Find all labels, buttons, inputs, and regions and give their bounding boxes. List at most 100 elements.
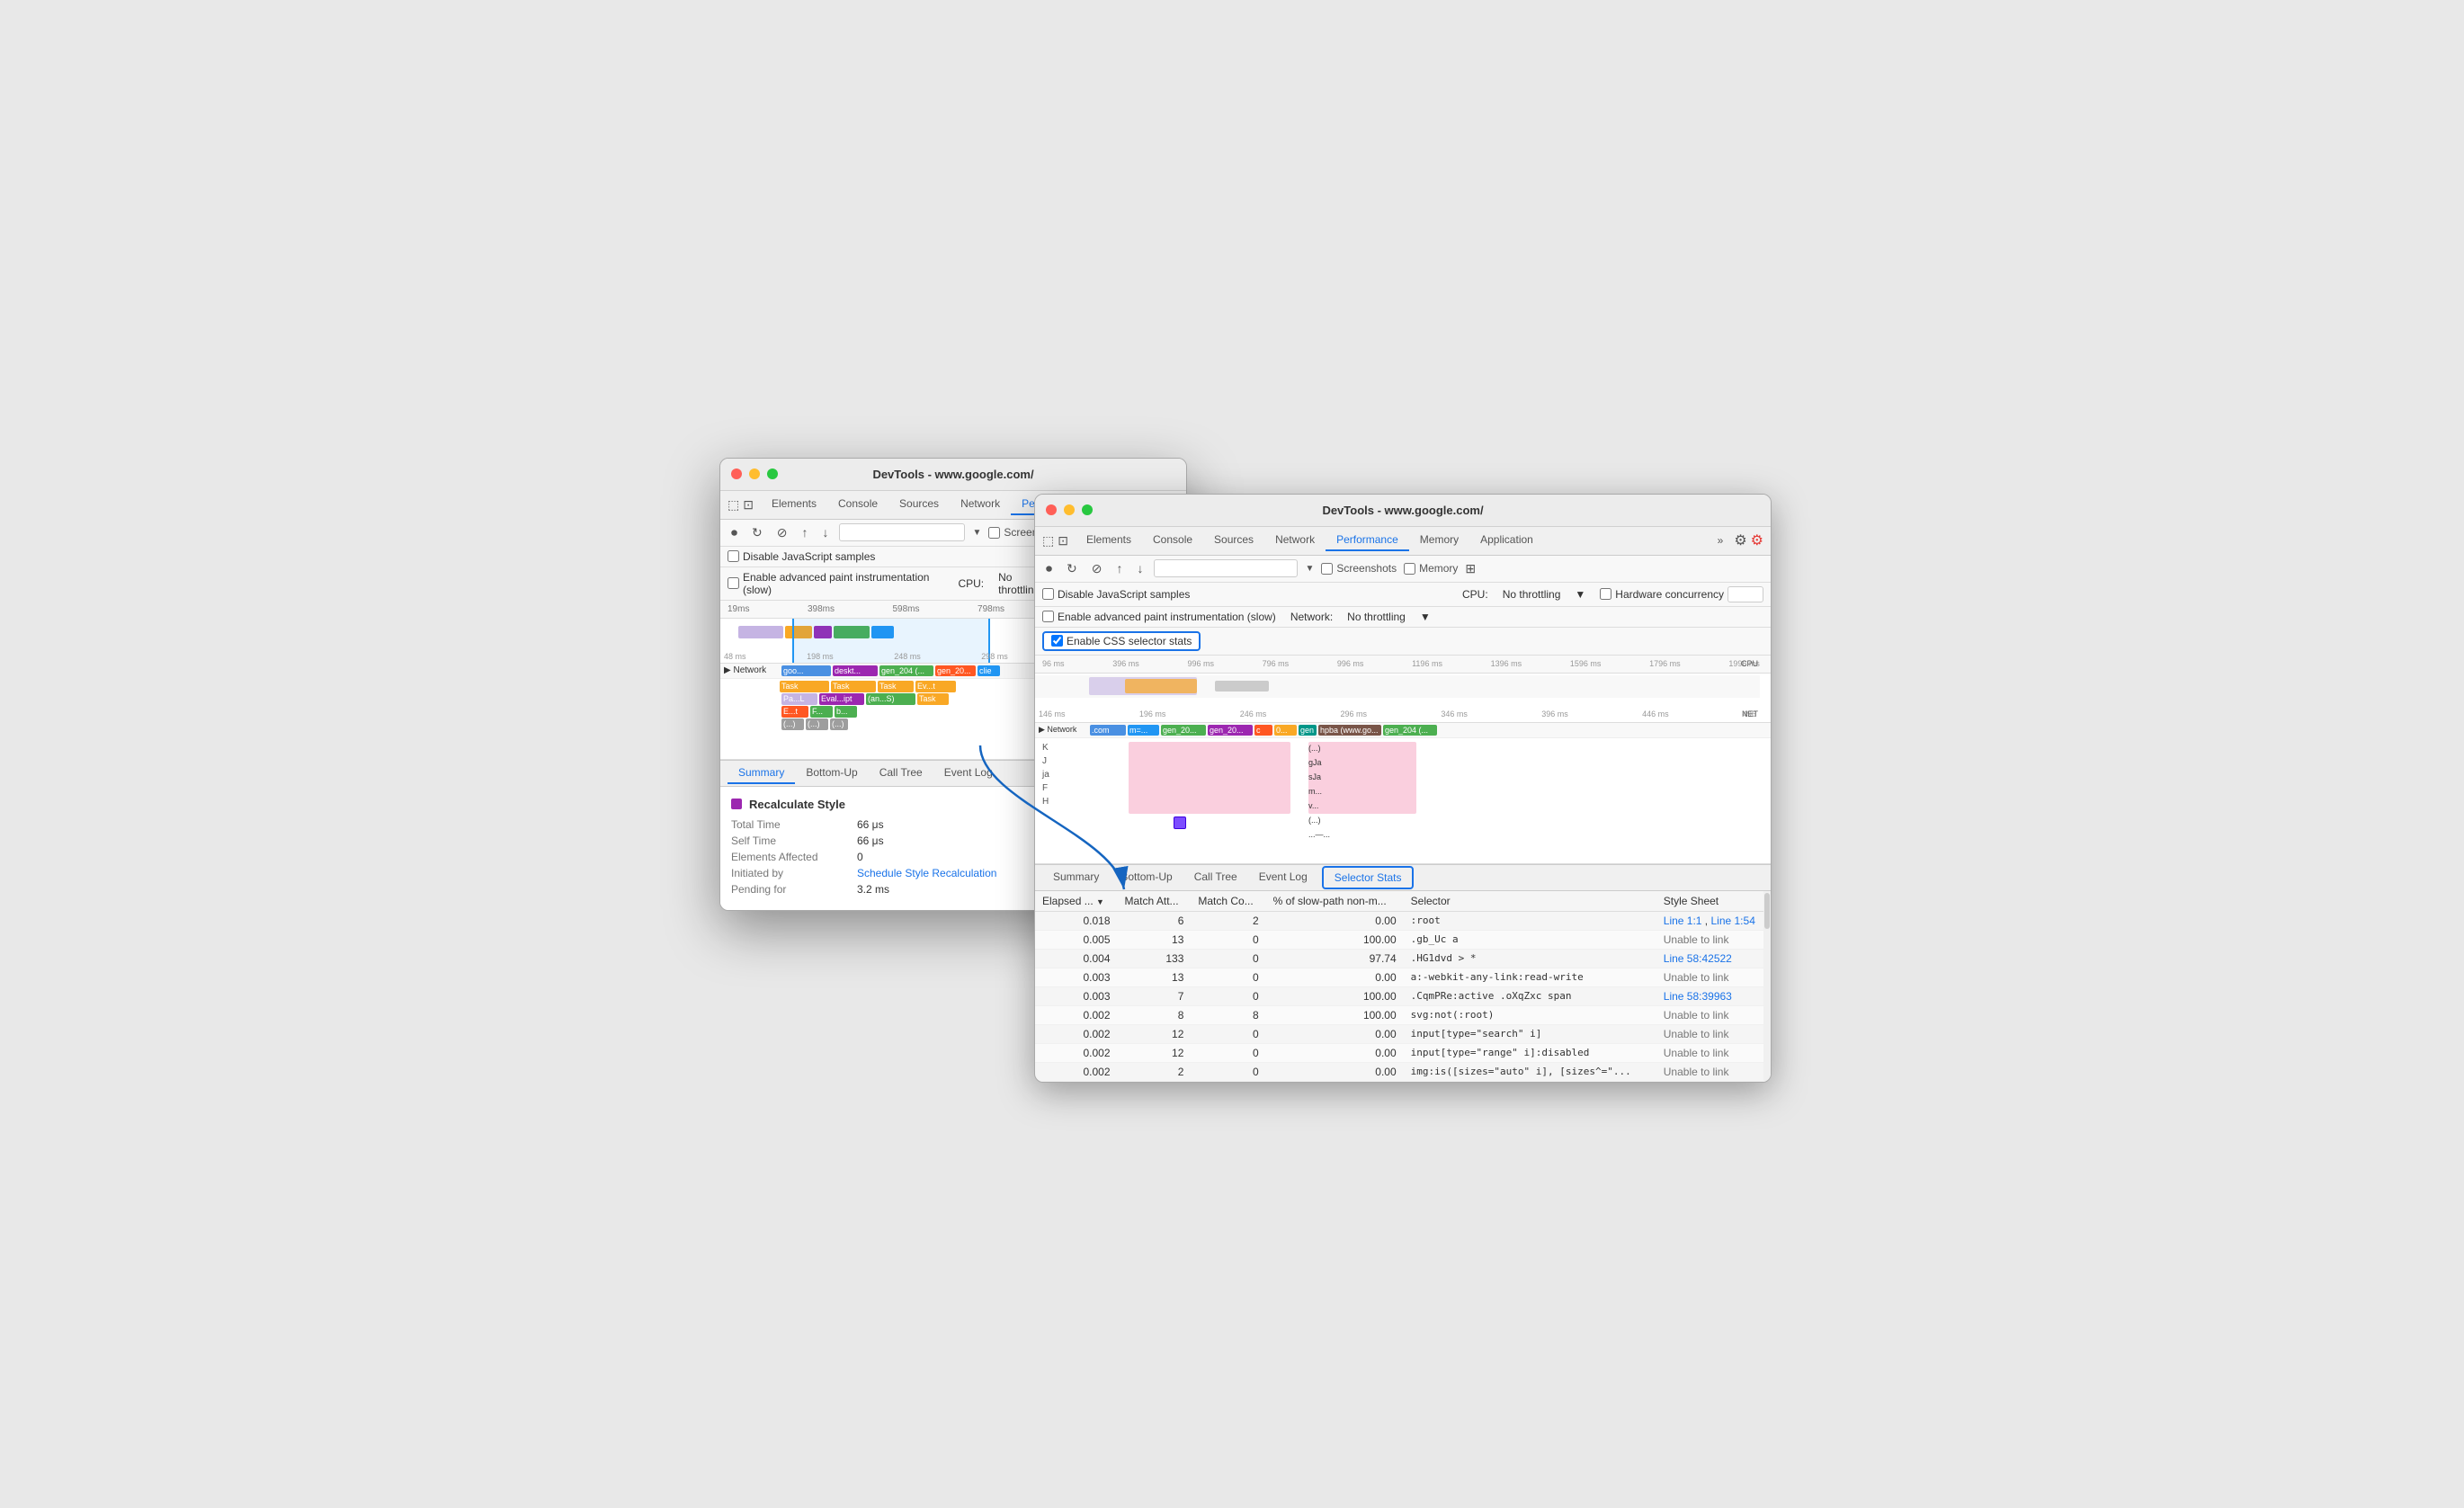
net-block[interactable]: gen: [1299, 725, 1317, 736]
flame-block[interactable]: (...): [806, 718, 828, 730]
flame-block[interactable]: Pa...L: [781, 693, 817, 705]
screenshots-check[interactable]: [988, 527, 1000, 539]
network-block[interactable]: gen_204 (...: [879, 665, 933, 676]
col-match-co[interactable]: Match Co...: [1191, 891, 1265, 912]
net-block[interactable]: 0...: [1274, 725, 1297, 736]
download-btn[interactable]: ↓: [818, 523, 832, 541]
front-minimize-btn[interactable]: [1064, 504, 1075, 515]
sheet-link[interactable]: Line 58:39963: [1664, 990, 1732, 1003]
net-block[interactable]: c: [1254, 725, 1272, 736]
col-sheet[interactable]: Style Sheet: [1656, 891, 1771, 912]
table-row[interactable]: 0.002 12 0 0.00 input[type="range" i]:di…: [1035, 1043, 1771, 1062]
front-settings-icon[interactable]: ⚙: [1730, 528, 1750, 553]
hardware-concurrency-check[interactable]: [1600, 588, 1611, 600]
net-block[interactable]: hpba (www.go...: [1318, 725, 1381, 736]
front-tab-sources[interactable]: Sources: [1203, 530, 1264, 551]
url-dropdown-icon[interactable]: ▼: [972, 528, 981, 538]
flame-block[interactable]: Eval...ipt: [819, 693, 864, 705]
flame-block-big2[interactable]: [1308, 742, 1416, 814]
clear-btn[interactable]: ⊘: [773, 523, 791, 542]
front-mini-timeline[interactable]: 146 ms 196 ms 246 ms 296 ms 346 ms 396 m…: [1035, 674, 1771, 723]
front-tab-console[interactable]: Console: [1142, 530, 1203, 551]
reload-btn[interactable]: ↻: [748, 523, 766, 542]
table-row[interactable]: 0.003 13 0 0.00 a:-webkit-any-link:read-…: [1035, 968, 1771, 986]
back-tab-call-tree[interactable]: Call Tree: [869, 763, 933, 784]
front-reload-btn[interactable]: ↻: [1063, 559, 1081, 578]
flame-block-task[interactable]: Task: [780, 681, 829, 692]
network-block[interactable]: goo...: [781, 665, 831, 676]
front-tab-more-icon[interactable]: »: [1710, 531, 1731, 550]
minimize-btn[interactable]: [749, 468, 760, 479]
flame-block[interactable]: (...): [781, 718, 804, 730]
front-memory-check[interactable]: [1404, 563, 1415, 575]
flame-block[interactable]: E...t: [781, 706, 808, 718]
table-row[interactable]: 0.002 2 0 0.00 img:is([sizes="auto" i], …: [1035, 1062, 1771, 1081]
flame-block[interactable]: Task: [917, 693, 949, 705]
maximize-btn[interactable]: [767, 468, 778, 479]
selected-flame-block[interactable]: [1174, 816, 1186, 829]
disable-js-label[interactable]: Disable JavaScript samples: [728, 550, 875, 563]
front-network-dropdown[interactable]: ▼: [1420, 611, 1431, 623]
tab-network[interactable]: Network: [950, 494, 1011, 515]
close-btn[interactable]: [731, 468, 742, 479]
front-tab-event-log[interactable]: Event Log: [1248, 867, 1318, 888]
table-row[interactable]: 0.005 13 0 100.00 .gb_Uc a Unable to lin…: [1035, 930, 1771, 949]
net-block[interactable]: gen_204 (...: [1383, 725, 1437, 736]
front-camera-icon[interactable]: ⊞: [1465, 561, 1476, 576]
flame-block[interactable]: (...): [830, 718, 848, 730]
inspect-icon[interactable]: ⬚: [728, 497, 739, 513]
front-screenshots-check[interactable]: [1321, 563, 1333, 575]
back-tab-event-log[interactable]: Event Log: [933, 763, 1004, 784]
upload-btn[interactable]: ↑: [798, 523, 811, 541]
scrollbar-thumb[interactable]: [1764, 893, 1770, 929]
front-device-icon[interactable]: ⊡: [1058, 533, 1068, 549]
network-block[interactable]: clie: [978, 665, 1000, 676]
table-row[interactable]: 0.004 133 0 97.74 .HG1dvd > * Line 58:42…: [1035, 949, 1771, 968]
front-advanced-paint-check[interactable]: [1042, 611, 1054, 622]
table-row[interactable]: 0.002 8 8 100.00 svg:not(:root) Unable t…: [1035, 1005, 1771, 1024]
front-close-btn[interactable]: [1046, 504, 1057, 515]
flame-block-task[interactable]: Ev...t: [915, 681, 956, 692]
flame-block[interactable]: F...: [810, 706, 833, 718]
hardware-concurrency-label[interactable]: Hardware concurrency: [1600, 588, 1724, 601]
table-row[interactable]: 0.018 6 2 0.00 :root Line 1:1 , Line 1:5…: [1035, 911, 1771, 930]
front-record-btn[interactable]: ⏺: [1042, 559, 1056, 578]
net-block[interactable]: gen_20...: [1161, 725, 1206, 736]
front-tab-memory[interactable]: Memory: [1409, 530, 1469, 551]
front-upload-btn[interactable]: ↑: [1112, 559, 1126, 577]
net-block[interactable]: .com: [1090, 725, 1126, 736]
net-block[interactable]: m=...: [1128, 725, 1159, 736]
front-disable-js-check[interactable]: [1042, 588, 1054, 600]
table-scrollbar[interactable]: [1763, 891, 1771, 1082]
url-input[interactable]: www.google.com #1: [839, 523, 965, 541]
flame-block[interactable]: b...: [835, 706, 857, 718]
front-maximize-btn[interactable]: [1082, 504, 1093, 515]
record-btn[interactable]: ⏺: [728, 523, 741, 542]
col-match-att[interactable]: Match Att...: [1118, 891, 1192, 912]
flame-block[interactable]: (an...S): [866, 693, 915, 705]
front-more-icon[interactable]: ⚙: [1751, 531, 1763, 549]
front-cpu-dropdown[interactable]: ▼: [1575, 588, 1585, 601]
back-tab-bottom-up[interactable]: Bottom-Up: [795, 763, 868, 784]
css-selector-check[interactable]: [1051, 635, 1063, 647]
front-download-btn[interactable]: ↓: [1133, 559, 1147, 577]
initiated-link[interactable]: Schedule Style Recalculation: [857, 867, 996, 879]
tab-console[interactable]: Console: [827, 494, 888, 515]
front-screenshots-checkbox[interactable]: Screenshots: [1321, 562, 1397, 575]
front-tab-elements[interactable]: Elements: [1076, 530, 1142, 551]
flame-block-task[interactable]: Task: [878, 681, 914, 692]
sheet-link[interactable]: Line 1:54: [1710, 915, 1754, 927]
sheet-link[interactable]: Line 58:42522: [1664, 952, 1732, 965]
table-row[interactable]: 0.002 12 0 0.00 input[type="search" i] U…: [1035, 1024, 1771, 1043]
device-icon[interactable]: ⊡: [743, 497, 754, 513]
front-advanced-paint-label[interactable]: Enable advanced paint instrumentation (s…: [1042, 611, 1276, 623]
front-tab-selector-stats[interactable]: Selector Stats: [1322, 866, 1415, 889]
flame-block-big[interactable]: [1129, 742, 1290, 814]
tab-elements[interactable]: Elements: [761, 494, 827, 515]
table-row[interactable]: 0.003 7 0 100.00 .CqmPRe:active .oXqZxc …: [1035, 986, 1771, 1005]
col-pct[interactable]: % of slow-path non-m...: [1266, 891, 1404, 912]
concurrency-value-input[interactable]: 10: [1727, 586, 1763, 602]
sheet-link[interactable]: Line 1:1: [1664, 915, 1702, 927]
front-tab-performance[interactable]: Performance: [1326, 530, 1409, 551]
front-disable-js-label[interactable]: Disable JavaScript samples: [1042, 588, 1190, 601]
